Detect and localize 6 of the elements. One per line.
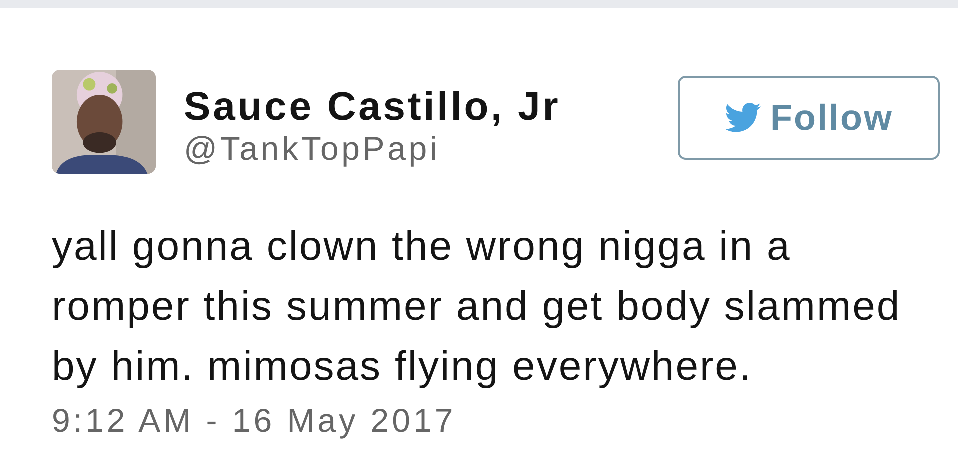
tweet-text: yall gonna clown the wrong nigga in a romper this summer and get body slammed by him. mimosas flying everywhere.: [52, 222, 902, 391]
follow-button[interactable]: Follow: [678, 76, 940, 160]
bird-icon: [724, 103, 760, 133]
tweet-timestamp: 9:12 AM - 16 May 2017: [52, 402, 458, 440]
author-handle: @TankTopPapi: [184, 129, 442, 169]
author-name: Sauce Castillo, Jr: [184, 86, 562, 128]
